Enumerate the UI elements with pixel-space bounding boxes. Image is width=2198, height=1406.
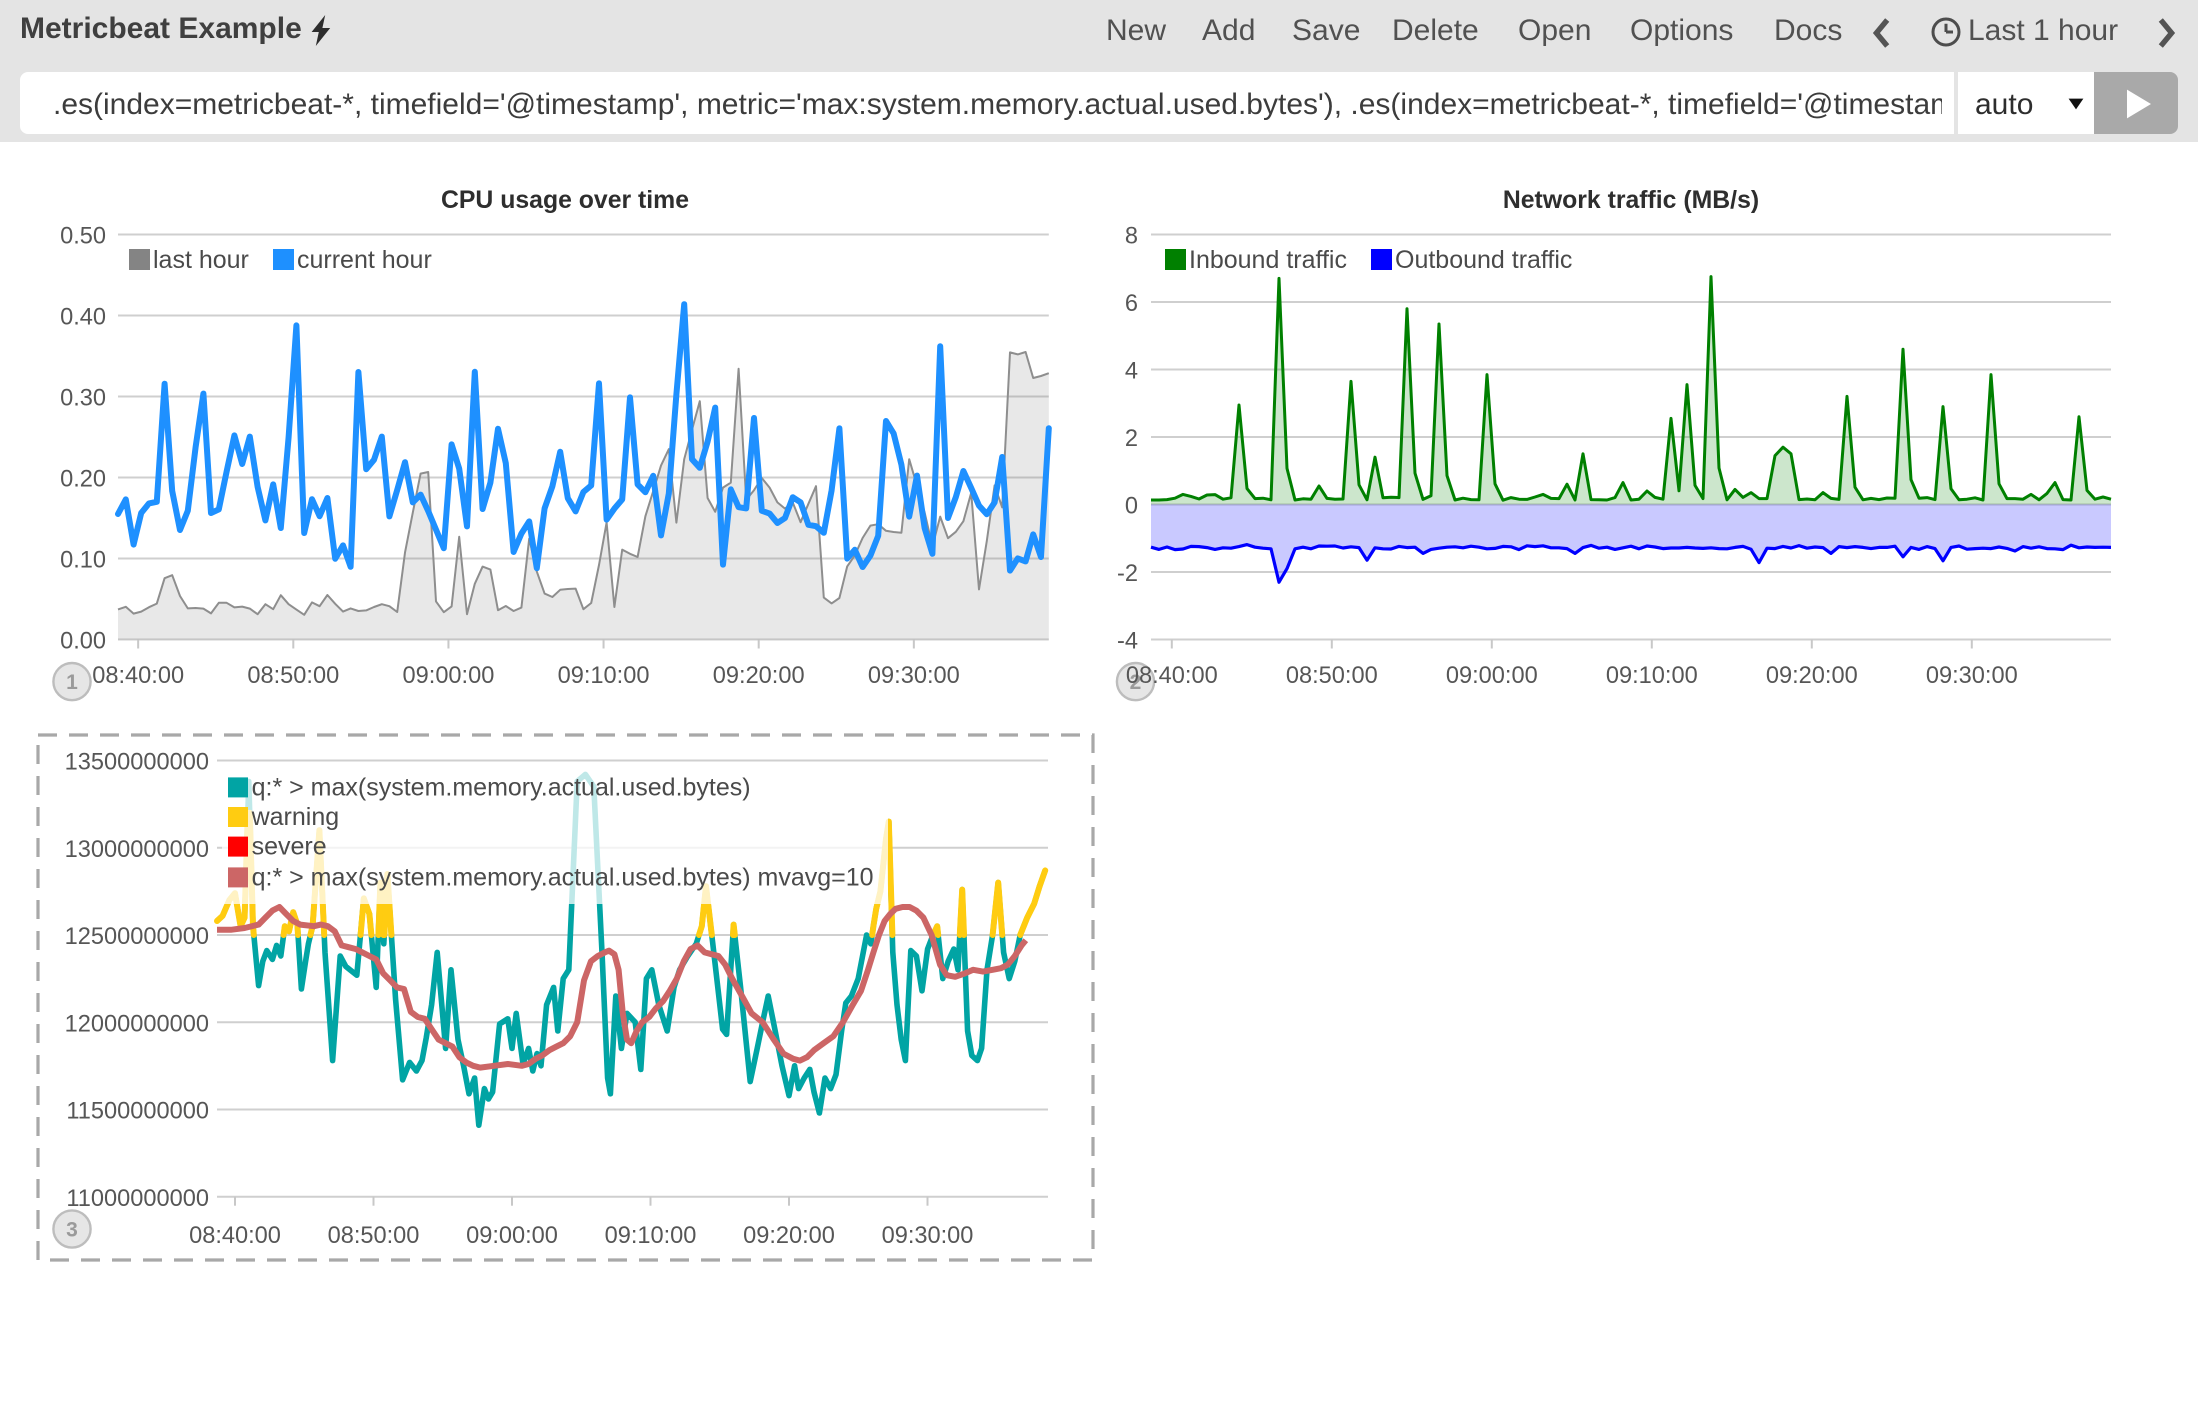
- svg-text:09:30:00: 09:30:00: [1925, 663, 2017, 689]
- svg-text:0: 0: [1124, 494, 1137, 520]
- svg-text:0.00: 0.00: [60, 629, 106, 655]
- svg-text:09:20:00: 09:20:00: [1765, 663, 1857, 689]
- svg-text:0.20: 0.20: [60, 467, 106, 493]
- svg-text:08:50:00: 08:50:00: [328, 1223, 420, 1249]
- svg-text:12000000000: 12000000000: [65, 1011, 209, 1037]
- svg-text:09:00:00: 09:00:00: [1445, 663, 1537, 689]
- svg-text:warning: warning: [251, 803, 340, 831]
- svg-text:2: 2: [1124, 426, 1137, 452]
- svg-text:current hour: current hour: [297, 246, 432, 274]
- svg-text:Network traffic (MB/s): Network traffic (MB/s): [1502, 187, 1758, 214]
- svg-text:last hour: last hour: [153, 246, 249, 274]
- svg-text:08:50:00: 08:50:00: [247, 663, 339, 689]
- svg-text:09:00:00: 09:00:00: [403, 663, 495, 689]
- svg-text:08:40:00: 08:40:00: [189, 1223, 281, 1249]
- svg-text:3: 3: [66, 1219, 78, 1242]
- svg-text:09:20:00: 09:20:00: [713, 663, 805, 689]
- svg-text:severe: severe: [252, 833, 327, 861]
- svg-text:0.40: 0.40: [60, 305, 106, 331]
- svg-text:09:10:00: 09:10:00: [1605, 663, 1697, 689]
- svg-text:8: 8: [1124, 224, 1137, 250]
- svg-text:0.10: 0.10: [60, 548, 106, 574]
- svg-text:q:* > max(system.memory.actual: q:* > max(system.memory.actual.used.byte…: [252, 773, 751, 801]
- svg-text:-2: -2: [1116, 561, 1137, 587]
- svg-text:12500000000: 12500000000: [65, 924, 209, 950]
- svg-text:0.30: 0.30: [60, 386, 106, 412]
- svg-text:13500000000: 13500000000: [65, 750, 209, 776]
- svg-text:08:40:00: 08:40:00: [1125, 663, 1217, 689]
- svg-text:13000000000: 13000000000: [65, 837, 209, 863]
- svg-text:q:* > max(system.memory.actual: q:* > max(system.memory.actual.used.byte…: [252, 863, 874, 891]
- svg-text:09:30:00: 09:30:00: [882, 1223, 974, 1249]
- svg-text:08:40:00: 08:40:00: [92, 663, 184, 689]
- svg-text:CPU usage over time: CPU usage over time: [441, 187, 689, 214]
- svg-text:6: 6: [1124, 291, 1137, 317]
- svg-text:09:00:00: 09:00:00: [466, 1223, 558, 1249]
- svg-text:4: 4: [1124, 359, 1137, 385]
- svg-text:-4: -4: [1116, 629, 1137, 655]
- svg-text:09:20:00: 09:20:00: [743, 1223, 835, 1249]
- svg-text:09:10:00: 09:10:00: [605, 1223, 697, 1249]
- svg-text:Outbound traffic: Outbound traffic: [1394, 246, 1571, 274]
- svg-text:0.50: 0.50: [60, 224, 106, 250]
- svg-text:Inbound traffic: Inbound traffic: [1188, 246, 1346, 274]
- svg-text:11500000000: 11500000000: [66, 1099, 209, 1125]
- svg-text:11000000000: 11000000000: [66, 1186, 209, 1212]
- svg-text:08:50:00: 08:50:00: [1285, 663, 1377, 689]
- svg-text:09:30:00: 09:30:00: [868, 663, 960, 689]
- svg-text:1: 1: [66, 671, 78, 694]
- svg-text:09:10:00: 09:10:00: [558, 663, 650, 689]
